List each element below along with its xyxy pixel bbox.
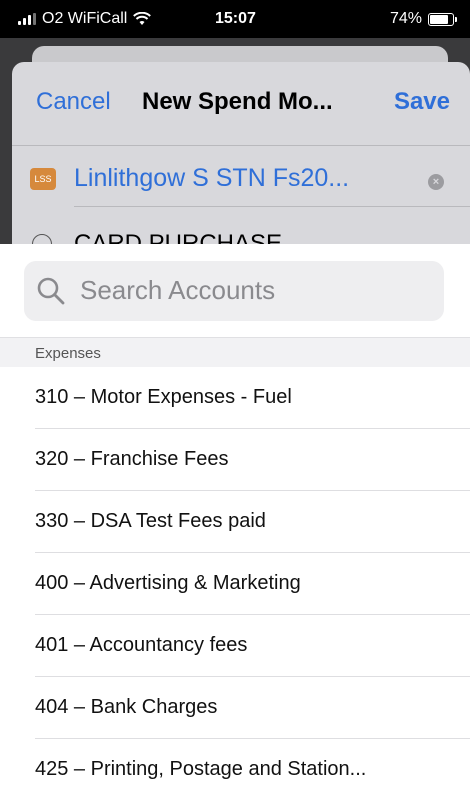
contact-field[interactable]: LSS Linlithgow S STN Fs20... × <box>12 146 470 206</box>
description-field[interactable]: CARD PURCHASE <box>12 212 470 244</box>
sheet-title: New Spend Mo... <box>142 88 333 115</box>
cancel-button[interactable]: Cancel <box>36 88 111 116</box>
account-item[interactable]: 320 – Franchise Fees <box>0 429 470 491</box>
section-header: Expenses <box>0 337 470 367</box>
divider <box>74 206 470 207</box>
account-label: 330 – DSA Test Fees paid <box>35 510 266 532</box>
modal-backdrop: Cancel New Spend Mo... Save LSS Linlithg… <box>0 38 470 244</box>
account-picker: Expenses 310 – Motor Expenses - Fuel 320… <box>0 244 470 809</box>
signal-icon <box>18 13 36 25</box>
account-label: 425 – Printing, Postage and Station... <box>35 758 367 780</box>
wifi-icon <box>133 12 152 25</box>
carrier-label: O2 WiFiCall <box>42 10 128 27</box>
contact-avatar: LSS <box>30 168 56 190</box>
search-input[interactable] <box>80 275 430 306</box>
section-header-label: Expenses <box>35 345 101 362</box>
account-item[interactable]: 400 – Advertising & Marketing <box>0 553 470 615</box>
account-label: 320 – Franchise Fees <box>35 448 229 470</box>
account-item[interactable]: 425 – Printing, Postage and Station... <box>0 739 470 801</box>
battery-indicator: 74% <box>389 10 457 28</box>
account-item[interactable]: 310 – Motor Expenses - Fuel <box>0 367 470 429</box>
search-icon <box>37 277 65 305</box>
battery-percent: 74% <box>389 10 422 27</box>
carrier-info: O2 WiFiCall <box>18 10 152 28</box>
contact-name[interactable]: Linlithgow S STN Fs20... <box>74 164 349 193</box>
account-label: 404 – Bank Charges <box>35 696 218 718</box>
radio-icon[interactable] <box>32 234 52 244</box>
account-label: 400 – Advertising & Marketing <box>35 572 301 594</box>
account-item[interactable]: 404 – Bank Charges <box>0 677 470 739</box>
clock: 15:07 <box>215 10 256 27</box>
account-item[interactable]: 330 – DSA Test Fees paid <box>0 491 470 553</box>
battery-icon <box>428 12 457 26</box>
account-label: 401 – Accountancy fees <box>35 634 248 656</box>
search-bar[interactable] <box>24 261 444 321</box>
clear-icon[interactable]: × <box>428 174 444 190</box>
description-text: CARD PURCHASE <box>74 230 283 244</box>
save-button[interactable]: Save <box>394 88 450 116</box>
account-list: 310 – Motor Expenses - Fuel 320 – Franch… <box>0 367 470 801</box>
account-label: 310 – Motor Expenses - Fuel <box>35 386 292 408</box>
new-spend-money-sheet: Cancel New Spend Mo... Save LSS Linlithg… <box>12 62 470 244</box>
sheet-nav-bar: Cancel New Spend Mo... Save <box>12 62 470 134</box>
account-item[interactable]: 401 – Accountancy fees <box>0 615 470 677</box>
status-bar: O2 WiFiCall 15:07 74% <box>0 0 470 38</box>
